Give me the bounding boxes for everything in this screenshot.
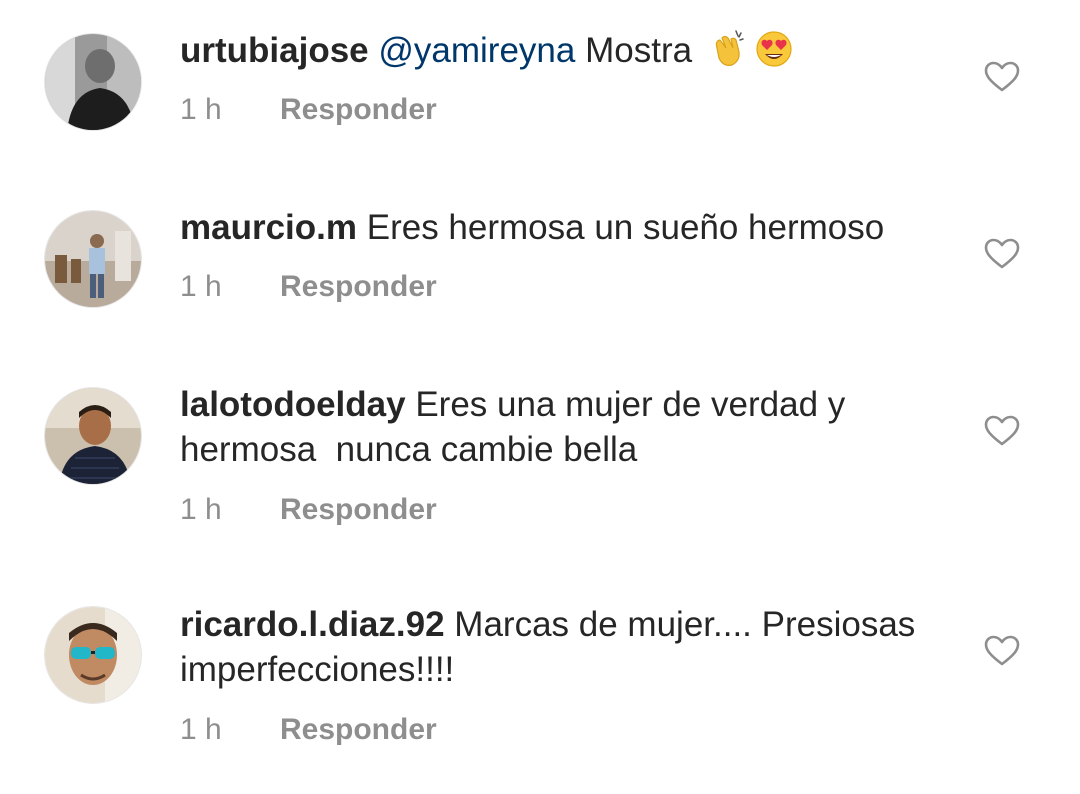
clapping-hands-emoji [708,28,748,68]
comment-meta: 1 h Responder [180,492,437,528]
comment-time: 1 h [180,493,222,526]
comment-message: Eres hermosa un sueño hermoso [366,208,885,247]
comment-text: urtubiajose @yamireyna Mostra [180,28,960,73]
comment-username[interactable]: lalotodoelday [180,385,406,424]
comment-username[interactable]: urtubiajose [180,31,369,70]
avatar[interactable] [44,387,142,485]
comment-meta: 1 h Responder [180,92,437,128]
avatar[interactable] [44,606,142,704]
heart-eyes-emoji [754,28,794,68]
avatar[interactable] [44,33,142,131]
comment-meta: 1 h Responder [180,269,437,305]
heart-outline-icon[interactable] [984,238,1020,270]
reply-button[interactable]: Responder [280,93,437,126]
heart-outline-icon[interactable] [984,635,1020,667]
comment-message: Mostra [585,31,693,70]
heart-outline-icon[interactable] [984,415,1020,447]
comment-time: 1 h [180,93,222,126]
heart-outline-icon[interactable] [984,61,1020,93]
comment-time: 1 h [180,713,222,746]
reply-button[interactable]: Responder [280,270,437,303]
comment-text: maurcio.m Eres hermosa un sueño hermoso [180,205,960,250]
comment-text: lalotodoelday Eres una mujer de verdad y… [180,382,960,472]
comment-time: 1 h [180,270,222,303]
comment-text: ricardo.l.diaz.92 Marcas de mujer.... Pr… [180,602,960,692]
comment-meta: 1 h Responder [180,712,437,748]
avatar[interactable] [44,210,142,308]
comment-username[interactable]: ricardo.l.diaz.92 [180,605,445,644]
reply-button[interactable]: Responder [280,713,437,746]
comment-mention[interactable]: @yamireyna [378,31,575,70]
comment-username[interactable]: maurcio.m [180,208,357,247]
reply-button[interactable]: Responder [280,493,437,526]
